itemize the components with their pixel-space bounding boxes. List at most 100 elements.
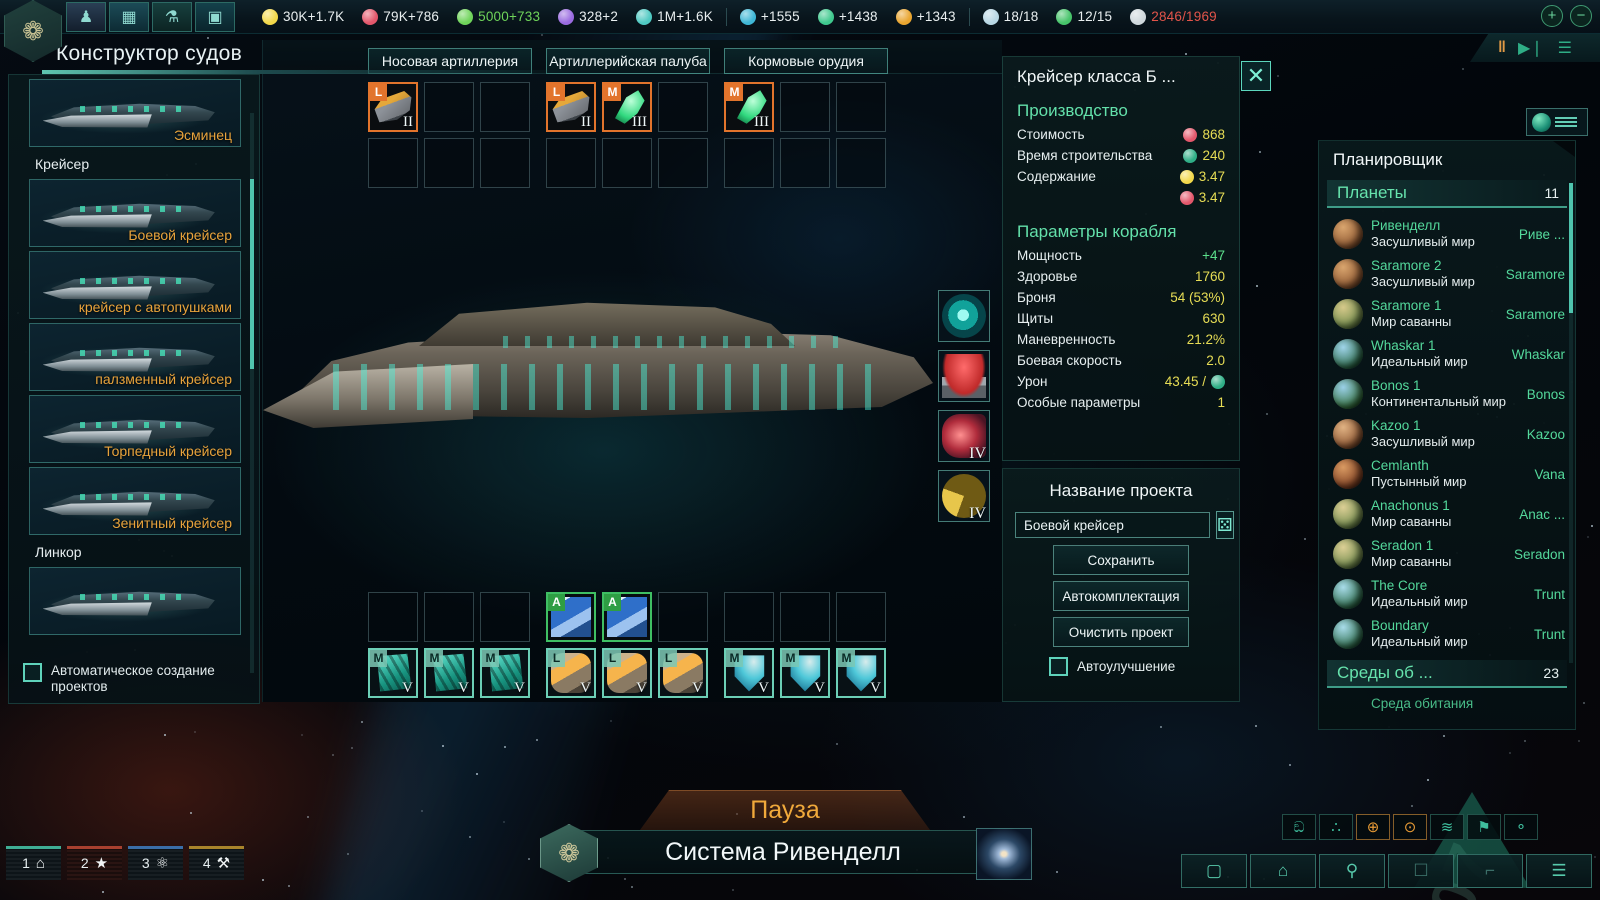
resource-food[interactable]: 5000+733 bbox=[448, 9, 549, 25]
utility-slot[interactable] bbox=[780, 592, 830, 642]
ship-design-card[interactable]: палзменный крейсер bbox=[29, 323, 241, 391]
weapon-slot[interactable]: L II bbox=[368, 82, 418, 132]
planet-list-item[interactable]: Cemlanth Пустынный мир Vana bbox=[1319, 454, 1575, 494]
auto-upgrade-row[interactable]: Автоулучшение bbox=[1003, 647, 1239, 676]
quick-button-planets-icon[interactable]: 1 ⌂ bbox=[6, 846, 61, 880]
contacts-app[interactable]: ♟ bbox=[66, 2, 106, 32]
project-name-input[interactable] bbox=[1015, 512, 1210, 538]
weapon-slot[interactable] bbox=[658, 82, 708, 132]
planner-category-habitats[interactable]: Среды об ... 23 bbox=[1327, 660, 1567, 688]
event-queue-button[interactable]: ☰ bbox=[1558, 38, 1572, 58]
resource-starbase-capacity[interactable]: 12/15 bbox=[1047, 9, 1121, 25]
resource-map-icon[interactable]: ⚬ bbox=[1504, 814, 1538, 840]
ship-design-card[interactable]: Эсминец bbox=[29, 79, 241, 147]
weapon-slot[interactable] bbox=[424, 138, 474, 188]
utility-slot[interactable]: A bbox=[602, 592, 652, 642]
aura-component[interactable]: IV bbox=[938, 470, 990, 522]
utility-slot[interactable]: A bbox=[546, 592, 596, 642]
resource-influence[interactable]: 328+2 bbox=[549, 9, 627, 25]
utility-slot[interactable] bbox=[424, 592, 474, 642]
galaxy-map-button[interactable] bbox=[976, 828, 1032, 880]
hyperlane-map-icon[interactable]: ∴ bbox=[1319, 814, 1353, 840]
clear-project-button[interactable]: Очистить проект bbox=[1053, 617, 1189, 647]
sensor-component[interactable] bbox=[938, 290, 990, 342]
planet-list-item[interactable]: The Core Идеальный мир Trunt bbox=[1319, 574, 1575, 614]
weapon-slot[interactable] bbox=[724, 138, 774, 188]
autocomplete-button[interactable]: Автокомплектация bbox=[1053, 581, 1189, 611]
ship-design-card[interactable] bbox=[29, 567, 241, 635]
computer-component[interactable] bbox=[938, 350, 990, 402]
planet-list-item[interactable]: Whaskar 1 Идеальный мир Whaskar bbox=[1319, 334, 1575, 374]
weapon-slot[interactable]: M III bbox=[724, 82, 774, 132]
weapon-slot[interactable] bbox=[836, 82, 886, 132]
map-app[interactable]: ▦ bbox=[109, 2, 149, 32]
quick-button-tools-icon[interactable]: 4 ⚒ bbox=[189, 846, 244, 880]
planet-list-item[interactable]: Boundary Идеальный мир Trunt bbox=[1319, 614, 1575, 654]
utility-slot[interactable]: MV bbox=[480, 648, 530, 698]
planner-category-planets[interactable]: Планеты 11 bbox=[1327, 180, 1567, 208]
resource-minerals[interactable]: 79K+786 bbox=[353, 9, 448, 25]
fast-forward-button[interactable]: ▶❘ bbox=[1518, 38, 1544, 58]
ship-design-card[interactable]: Торпедный крейсер bbox=[29, 395, 241, 463]
resource-energy[interactable]: 30K+1.7K bbox=[253, 9, 353, 25]
ship-design-card[interactable]: Зенитный крейсер bbox=[29, 467, 241, 535]
utility-slot[interactable]: LV bbox=[546, 648, 596, 698]
resource-naval-capacity[interactable]: 2846/1969 bbox=[1121, 9, 1226, 25]
utility-slot[interactable] bbox=[480, 592, 530, 642]
diplomacy-map-icon[interactable]: ⚑ bbox=[1467, 814, 1501, 840]
main-menu-icon[interactable]: ☰ bbox=[1526, 854, 1592, 888]
outliner-globe-button[interactable] bbox=[1526, 108, 1588, 136]
weapon-slot[interactable] bbox=[780, 82, 830, 132]
weapon-slot[interactable] bbox=[424, 82, 474, 132]
quick-button-fleets-icon[interactable]: 2 ★ bbox=[67, 846, 122, 880]
utility-slot[interactable]: LV bbox=[658, 648, 708, 698]
outliner-toggle-icon[interactable]: ▢ bbox=[1181, 854, 1247, 888]
utility-slot[interactable] bbox=[368, 592, 418, 642]
zoom-out-button[interactable]: − bbox=[1570, 5, 1592, 27]
resource-alloys[interactable]: 1M+1.6K bbox=[627, 9, 722, 25]
planner-scrollbar[interactable] bbox=[1569, 183, 1573, 663]
trade-map-icon[interactable]: ≋ bbox=[1430, 814, 1464, 840]
quick-button-research-icon[interactable]: 3 ⚛ bbox=[128, 846, 183, 880]
resource-engineering-research[interactable]: 18/18 bbox=[974, 9, 1048, 25]
utility-slot[interactable] bbox=[724, 592, 774, 642]
weapon-slot[interactable] bbox=[480, 138, 530, 188]
planet-list-item[interactable]: Bonos 1 Континентальный мир Bonos bbox=[1319, 374, 1575, 414]
auto-design-checkbox[interactable] bbox=[23, 663, 42, 682]
planet-list-item[interactable]: Kazoo 1 Засушливый мир Kazoo bbox=[1319, 414, 1575, 454]
weapon-slot[interactable] bbox=[836, 138, 886, 188]
ship-design-card[interactable]: крейсер с автопушками bbox=[29, 251, 241, 319]
planets-overview-icon[interactable]: ⌂ bbox=[1250, 854, 1316, 888]
weapon-slot[interactable] bbox=[780, 138, 830, 188]
weapon-slot[interactable] bbox=[546, 138, 596, 188]
borders-map-icon[interactable]: ⊕ bbox=[1356, 814, 1390, 840]
utility-slot[interactable]: MV bbox=[836, 648, 886, 698]
research-app[interactable]: ⚗ bbox=[152, 2, 192, 32]
randomize-name-icon[interactable]: ⚄ bbox=[1216, 511, 1234, 539]
ftl-drive-component[interactable]: IV bbox=[938, 410, 990, 462]
utility-slot[interactable]: MV bbox=[368, 648, 418, 698]
empire-map-icon[interactable]: ඞ bbox=[1282, 814, 1316, 840]
close-icon[interactable]: ✕ bbox=[1241, 61, 1271, 91]
ship-list-scrollbar[interactable] bbox=[250, 113, 254, 673]
weapon-slot[interactable] bbox=[368, 138, 418, 188]
current-system-bar[interactable]: Система Ривенделл bbox=[548, 830, 1018, 874]
weapon-slot[interactable] bbox=[602, 138, 652, 188]
planet-list-item[interactable]: Saramore 2 Засушливый мир Saramore bbox=[1319, 254, 1575, 294]
weapon-slot[interactable] bbox=[480, 82, 530, 132]
planet-list-item[interactable]: Ривенделл Засушливый мир Риве ... bbox=[1319, 214, 1575, 254]
resource-consumer-goods[interactable]: +1555 bbox=[731, 9, 809, 25]
planet-list-item[interactable]: Seradon 1 Мир саванны Seradon bbox=[1319, 534, 1575, 574]
planet-list-item[interactable]: Saramore 1 Мир саванны Saramore bbox=[1319, 294, 1575, 334]
resource-physics-research[interactable]: +1438 bbox=[809, 9, 887, 25]
star-map-icon[interactable]: ⊙ bbox=[1393, 814, 1427, 840]
section-tab-stern-guns[interactable]: Кормовые орудия bbox=[724, 48, 888, 74]
utility-slot[interactable]: MV bbox=[424, 648, 474, 698]
message-log-icon[interactable]: ☐ bbox=[1388, 854, 1454, 888]
utility-slot[interactable] bbox=[836, 592, 886, 642]
save-button[interactable]: Сохранить bbox=[1053, 545, 1189, 575]
ship-design-card[interactable]: Боевой крейсер bbox=[29, 179, 241, 247]
pause-button[interactable]: ‖ bbox=[1498, 39, 1504, 57]
auto-upgrade-checkbox[interactable] bbox=[1049, 657, 1068, 676]
utility-slot[interactable]: LV bbox=[602, 648, 652, 698]
